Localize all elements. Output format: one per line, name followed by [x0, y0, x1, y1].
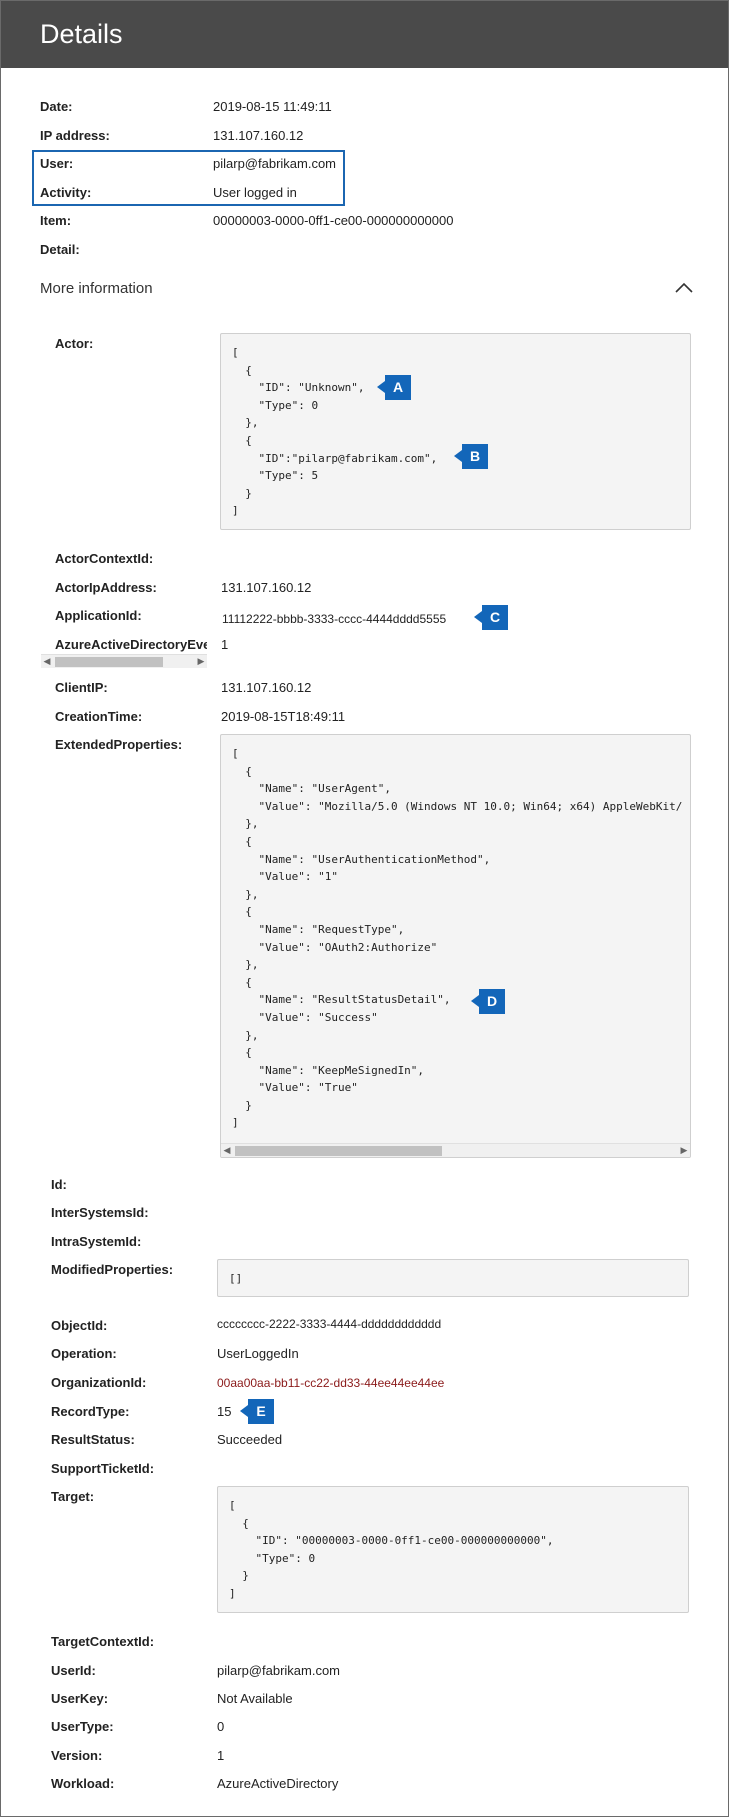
extended-properties-code-block: [ { "Name": "UserAgent", "Value": "Mozil…	[220, 734, 691, 1158]
version-label: Version:	[51, 1748, 103, 1763]
scrollbar-thumb[interactable]	[235, 1146, 442, 1156]
azure-event-label: AzureActiveDirectoryEventType:	[55, 637, 207, 652]
date-value: 2019-08-15 11:49:11	[213, 99, 332, 114]
activity-label: Activity:	[40, 185, 92, 200]
activity-value: User logged in	[213, 185, 297, 200]
organization-id-value: 00aa00aa-bb11-cc22-dd33-44ee44ee44ee	[217, 1376, 445, 1390]
azure-event-value: 1	[221, 637, 229, 652]
id-label: Id:	[51, 1177, 67, 1192]
scroll-right-icon[interactable]: ▶	[678, 1144, 690, 1157]
ip-address-value: 131.107.160.12	[213, 128, 304, 143]
client-ip-label: ClientIP:	[55, 680, 108, 695]
item-label: Item:	[40, 213, 72, 228]
target-json: [ { "ID": "00000003-0000-0ff1-ce00-00000…	[229, 1499, 554, 1600]
application-id-value: 11112222-bbbb-3333-cccc-4444dddd5555	[222, 612, 447, 626]
scrollbar-thumb[interactable]	[55, 657, 163, 667]
user-value: pilarp@fabrikam.com	[213, 156, 337, 171]
workload-label: Workload:	[51, 1776, 115, 1791]
scroll-right-icon[interactable]: ▶	[195, 655, 207, 668]
page-title: Details	[40, 19, 123, 49]
user-type-label: UserType:	[51, 1719, 114, 1734]
ip-address-label: IP address:	[40, 128, 110, 143]
scroll-left-icon[interactable]: ◀	[41, 655, 53, 668]
creation-time-value: 2019-08-15T18:49:11	[221, 709, 346, 724]
chevron-up-icon[interactable]	[674, 281, 694, 295]
scroll-left-icon[interactable]: ◀	[221, 1144, 233, 1157]
organization-id-label: OrganizationId:	[51, 1375, 147, 1390]
object-id-label: ObjectId:	[51, 1318, 108, 1333]
details-panel: Details Date: 2019-08-15 11:49:11 IP add…	[0, 0, 729, 1817]
more-information-toggle[interactable]: More information	[40, 280, 153, 297]
user-type-value: 0	[217, 1719, 225, 1734]
user-key-label: UserKey:	[51, 1691, 109, 1706]
actor-ip-label: ActorIpAddress:	[55, 580, 157, 595]
modified-properties-label: ModifiedProperties:	[51, 1262, 174, 1277]
intrasystem-id-label: IntraSystemId:	[51, 1234, 142, 1249]
result-status-value: Succeeded	[217, 1432, 283, 1447]
actor-ip-value: 131.107.160.12	[221, 580, 312, 595]
details-header: Details	[1, 1, 728, 68]
modified-properties-code-block: []	[217, 1259, 689, 1297]
version-value: 1	[217, 1748, 225, 1763]
extended-properties-scrollbar[interactable]: ◀ ▶	[221, 1143, 690, 1157]
actor-label: Actor:	[55, 336, 94, 351]
record-type-label: RecordType:	[51, 1404, 130, 1419]
user-key-value: Not Available	[217, 1691, 293, 1706]
intersystems-id-label: InterSystemsId:	[51, 1205, 149, 1220]
user-id-label: UserId:	[51, 1663, 96, 1678]
target-code-block: [ { "ID": "00000003-0000-0ff1-ce00-00000…	[217, 1486, 689, 1613]
client-ip-value: 131.107.160.12	[221, 680, 312, 695]
azure-event-label-clip: AzureActiveDirectoryEventType:	[55, 636, 207, 654]
result-status-label: ResultStatus:	[51, 1432, 135, 1447]
operation-label: Operation:	[51, 1346, 117, 1361]
modified-properties-json: []	[229, 1272, 243, 1285]
extended-properties-json: [ { "Name": "UserAgent", "Value": "Mozil…	[232, 747, 683, 1130]
date-label: Date:	[40, 99, 73, 114]
creation-time-label: CreationTime:	[55, 709, 143, 724]
operation-value: UserLoggedIn	[217, 1346, 299, 1361]
target-label: Target:	[51, 1489, 95, 1504]
item-value: 00000003-0000-0ff1-ce00-000000000000	[213, 213, 454, 228]
object-id-value: cccccccc-2222-3333-4444-dddddddddddd	[217, 1317, 442, 1331]
workload-value: AzureActiveDirectory	[217, 1776, 339, 1791]
detail-label: Detail:	[40, 242, 80, 257]
actor-json: [ { "ID": "Unknown", "Type": 0 }, { "ID"…	[232, 346, 438, 518]
target-context-id-label: TargetContextId:	[51, 1634, 155, 1649]
actor-context-id-label: ActorContextId:	[55, 551, 154, 566]
user-id-value: pilarp@fabrikam.com	[217, 1663, 341, 1678]
user-label: User:	[40, 156, 74, 171]
azure-event-scrollbar[interactable]: ◀ ▶	[41, 654, 207, 668]
application-id-label: ApplicationId:	[55, 608, 142, 623]
actor-code-block: [ { "ID": "Unknown", "Type": 0 }, { "ID"…	[220, 333, 691, 530]
support-ticket-id-label: SupportTicketId:	[51, 1461, 155, 1476]
record-type-value: 15	[217, 1404, 232, 1419]
extended-properties-label: ExtendedProperties:	[55, 737, 183, 752]
